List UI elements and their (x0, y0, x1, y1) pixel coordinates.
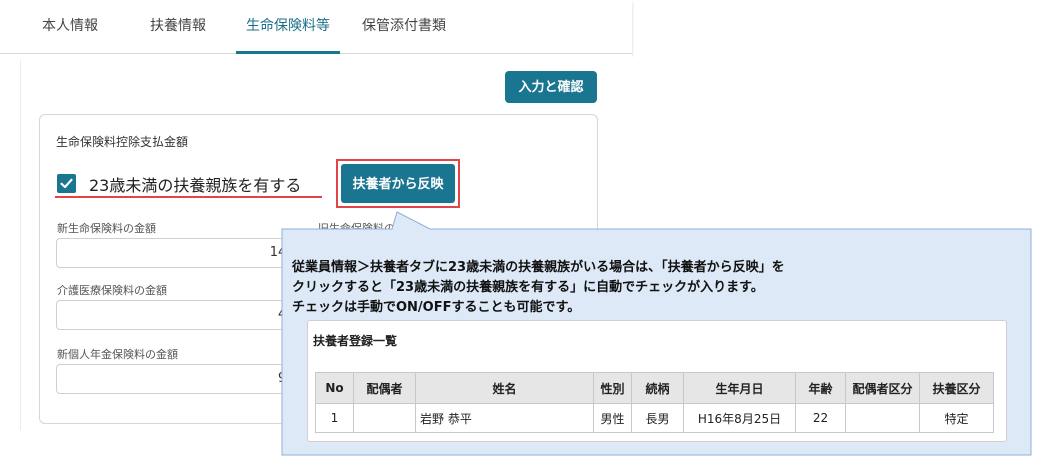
new-pension-insurance-label: 新個人年金保険料の金額 (57, 348, 178, 361)
dependents-list-title: 扶養者登録一覧 (313, 334, 398, 348)
under-23-dependents-label[interactable]: 23歳未満の扶養親族を有する (89, 172, 301, 196)
new-life-insurance-label: 新生命保険料の金額 (57, 222, 156, 235)
new-pension-insurance-input[interactable]: 90,0 (56, 364, 316, 394)
old-life-insurance-label: 旧生命保険料の (318, 222, 395, 235)
cell-gender: 男性 (593, 403, 632, 433)
highlight-underline (55, 196, 322, 198)
input-confirm-button[interactable]: 入力と確認 (505, 71, 597, 103)
column-header: 続柄 (631, 372, 684, 404)
column-header: 配偶者区分 (845, 372, 920, 404)
card-title: 生命保険料控除支払金額 (56, 135, 189, 149)
column-header: 姓名 (415, 372, 594, 404)
tab-life-insurance[interactable]: 生命保険料等 (236, 0, 340, 54)
under-23-dependents-checkbox[interactable] (57, 174, 76, 193)
callout-text: 従業員情報＞扶養者タブに23歳未満の扶養親族がいる場合は、「扶養者から反映」を … (292, 258, 785, 318)
column-header: 配偶者 (353, 372, 416, 404)
cell-birthdate: H16年8月25日 (683, 403, 796, 433)
column-header: 性別 (593, 372, 632, 404)
content-left-rule (20, 60, 21, 430)
cell-spouse (353, 403, 416, 433)
checkmark-icon (60, 178, 73, 189)
column-header: 扶養区分 (919, 372, 994, 404)
cell-spouse-category (845, 403, 920, 433)
callout-line-2: クリックすると「23歳未満の扶養親族を有する」に自動でチェックが入ります。 (292, 280, 764, 295)
cell-dependent-category: 特定 (919, 403, 994, 433)
cell-name: 岩野 恭平 (415, 403, 594, 433)
table-row[interactable]: 1 岩野 恭平 男性 長男 H16年8月25日 22 特定 (315, 403, 994, 433)
tab-personal-info[interactable]: 本人情報 (32, 0, 108, 53)
column-header: 年齢 (795, 372, 846, 404)
new-life-insurance-input[interactable]: 146,8 (56, 238, 316, 268)
tab-bar: 本人情報 扶養情報 生命保険料等 保管添付書類 (0, 0, 632, 54)
dependents-table: No 配偶者 姓名 性別 続柄 生年月日 年齢 配偶者区分 扶養区分 1 岩野 … (315, 372, 994, 433)
tab-stored-attachments[interactable]: 保管添付書類 (352, 0, 456, 53)
cell-age: 22 (795, 403, 846, 433)
tab-dependents-info[interactable]: 扶養情報 (140, 0, 216, 53)
column-header: No (315, 372, 354, 404)
column-header: 生年月日 (683, 372, 796, 404)
callout-line-1: 従業員情報＞扶養者タブに23歳未満の扶養親族がいる場合は、「扶養者から反映」を (292, 260, 785, 275)
care-medical-insurance-label: 介護医療保険料の金額 (57, 284, 167, 297)
table-header-row: No 配偶者 姓名 性別 続柄 生年月日 年齢 配偶者区分 扶養区分 (315, 372, 994, 404)
cell-relationship: 長男 (631, 403, 684, 433)
cell-no: 1 (315, 403, 354, 433)
care-medical-insurance-input[interactable]: 44,4 (56, 300, 316, 330)
reflect-from-dependents-button[interactable]: 扶養者から反映 (341, 164, 455, 203)
callout-line-3: チェックは手動でON/OFFすることも可能です。 (292, 300, 581, 315)
